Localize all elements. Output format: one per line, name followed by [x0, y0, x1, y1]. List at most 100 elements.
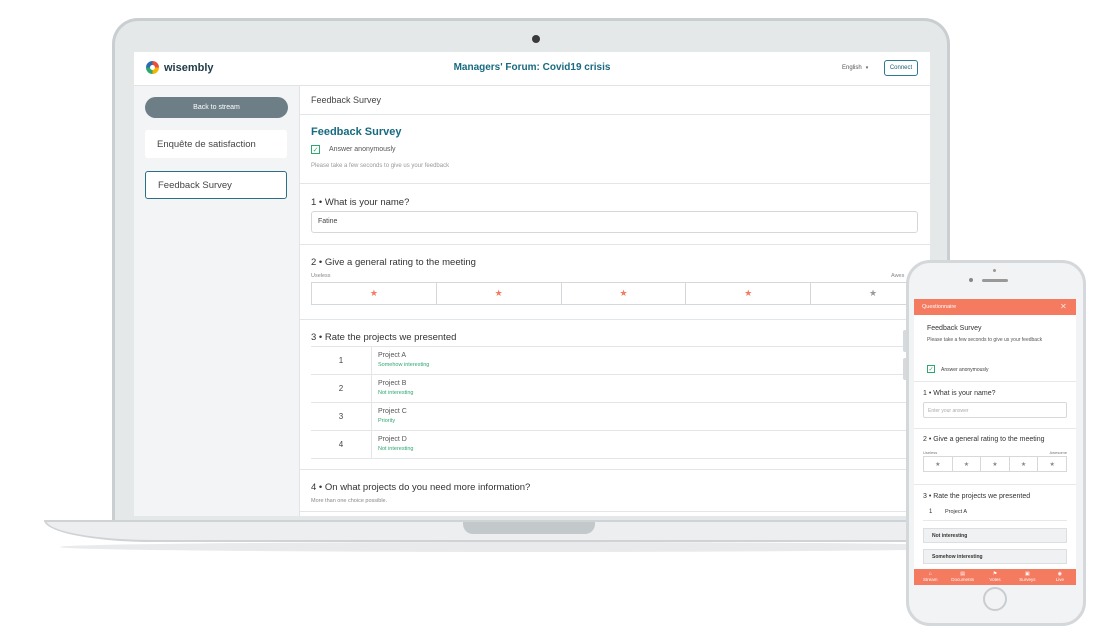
phone-rating-stars: ★ ★ ★ ★ ★ [923, 456, 1067, 472]
rank-number: 3 [311, 403, 372, 430]
back-to-stream-button[interactable]: Back to stream [145, 97, 288, 118]
scale-max-label: Awes [891, 273, 905, 279]
name-input[interactable]: Fatine [311, 211, 918, 233]
scale-min-label: Useless [311, 273, 331, 279]
language-label: English [842, 65, 862, 71]
sidebar-item-feedback-survey[interactable]: Feedback Survey [145, 171, 287, 199]
phone-camera [969, 278, 973, 282]
divider [914, 381, 1076, 382]
tab-votes[interactable]: ⚑ Votes [979, 569, 1011, 585]
laptop-screen: wisembly Managers' Forum: Covid19 crisis… [134, 52, 930, 516]
project-status: Somehow interesting [378, 362, 430, 368]
phone-option-somehow-interesting[interactable]: Somehow interesting [923, 549, 1067, 564]
tab-stream[interactable]: ⌂ Stream [914, 569, 946, 585]
anonymous-label: Answer anonymously [329, 146, 396, 153]
question-3-label: 3 • Rate the projects we presented [311, 332, 457, 343]
table-row[interactable]: 1 Project A Somehow interesting [311, 347, 930, 375]
language-select[interactable]: English ▾ [842, 65, 868, 71]
phone-header-title: Questionnaire [922, 304, 957, 310]
ranking-table: 1 Project A Somehow interesting 2 Projec… [311, 346, 930, 459]
star-icon[interactable]: ★ [686, 283, 812, 304]
rank-number: 2 [311, 375, 372, 402]
tab-label: Documents [951, 577, 974, 582]
project-name: Project C [378, 408, 407, 415]
tab-label: Stream [922, 577, 938, 582]
rating-stars: ★ ★ ★ ★ ★ [311, 282, 930, 305]
divider [914, 484, 1076, 485]
phone-speaker [982, 279, 1008, 282]
divider [300, 244, 930, 245]
anonymous-checkbox[interactable]: ✓ [311, 145, 320, 154]
tab-label: Live [1055, 577, 1064, 582]
breadcrumb: Feedback Survey [311, 95, 382, 105]
divider [300, 511, 930, 512]
phone-sensor [993, 269, 996, 272]
sidebar: Back to stream Enquête de satisfaction F… [134, 86, 300, 516]
project-name: Project D [378, 436, 407, 443]
event-title: Managers' Forum: Covid19 crisis [453, 62, 611, 73]
connect-button[interactable]: Connect [884, 60, 918, 76]
phone-question-1-label: 1 • What is your name? [923, 390, 996, 397]
star-icon[interactable]: ★ [953, 457, 982, 471]
survey-title: Feedback Survey [311, 126, 402, 138]
question-2-label: 2 • Give a general rating to the meeting [311, 257, 476, 268]
divider [300, 469, 930, 470]
phone-survey-title: Feedback Survey [927, 325, 982, 332]
project-status: Not interesting [378, 446, 414, 452]
close-icon[interactable]: ✕ [1060, 302, 1067, 311]
phone-question-3-label: 3 • Rate the projects we presented [923, 493, 1031, 500]
check-icon: ✓ [928, 366, 934, 373]
table-row[interactable]: 2 Project B Not interesting [311, 375, 930, 403]
phone-option-not-interesting[interactable]: Not interesting [923, 528, 1067, 543]
question-1-label: 1 • What is your name? [311, 197, 410, 208]
divider [300, 114, 930, 115]
star-icon[interactable]: ★ [981, 457, 1010, 471]
sidebar-item-enquete[interactable]: Enquête de satisfaction [145, 130, 287, 158]
project-status: Not interesting [378, 390, 414, 396]
phone-scale-min: Useless [923, 450, 938, 455]
rank-number: 4 [311, 431, 372, 458]
phone-anonymous-label: Answer anonymously [941, 367, 989, 373]
table-row[interactable]: 4 Project D Not interesting [311, 431, 930, 459]
phone-name-input[interactable]: Enter your answer [923, 402, 1067, 418]
survey-content: Feedback Survey Feedback Survey ✓ Answer… [300, 86, 930, 516]
survey-hint: Please take a few seconds to give us you… [311, 163, 450, 169]
tab-surveys[interactable]: ▣ Surveys [1011, 569, 1043, 585]
top-bar: wisembly Managers' Forum: Covid19 crisis… [134, 52, 930, 86]
question-4-sub: More than one choice possible. [311, 498, 388, 504]
star-icon[interactable]: ★ [562, 283, 687, 304]
tab-label: Surveys [1019, 577, 1036, 582]
tab-live[interactable]: ◉ Live [1044, 569, 1076, 585]
star-icon[interactable]: ★ [437, 283, 562, 304]
phone-tab-bar: ⌂ Stream ▤ Documents ⚑ Votes ▣ Surveys ◉… [914, 569, 1076, 585]
laptop-camera [532, 35, 540, 43]
divider [914, 428, 1076, 429]
phone-question-2-label: 2 • Give a general rating to the meeting [923, 436, 1045, 443]
project-name: Project A [945, 509, 968, 515]
project-status: Priority [378, 418, 396, 424]
tab-label: Votes [989, 577, 1001, 582]
phone-scale-max: Awesome [1049, 450, 1068, 455]
laptop-notch [463, 522, 595, 534]
phone-rank-row[interactable]: 1 Project A [923, 506, 1067, 521]
phone-screen: Questionnaire ✕ Feedback Survey Please t… [914, 299, 1076, 585]
star-icon[interactable]: ★ [312, 283, 437, 304]
star-icon[interactable]: ★ [924, 457, 953, 471]
phone-anonymous-checkbox[interactable]: ✓ [927, 365, 935, 373]
check-icon: ✓ [312, 146, 319, 154]
laptop-shadow [60, 542, 1000, 552]
tab-documents[interactable]: ▤ Documents [946, 569, 978, 585]
phone-survey-hint: Please take a few seconds to give us you… [927, 337, 1043, 343]
phone-header: Questionnaire ✕ [914, 299, 1076, 315]
divider [300, 183, 930, 184]
home-button[interactable] [983, 587, 1007, 611]
star-icon[interactable]: ★ [1010, 457, 1039, 471]
chevron-down-icon: ▾ [865, 65, 869, 71]
project-name: Project A [378, 352, 407, 359]
question-4-label: 4 • On what projects do you need more in… [311, 482, 531, 493]
star-icon[interactable]: ★ [1038, 457, 1066, 471]
rank-number: 1 [929, 509, 933, 515]
table-row[interactable]: 3 Project C Priority [311, 403, 930, 431]
divider [300, 319, 930, 320]
project-name: Project B [378, 380, 407, 387]
